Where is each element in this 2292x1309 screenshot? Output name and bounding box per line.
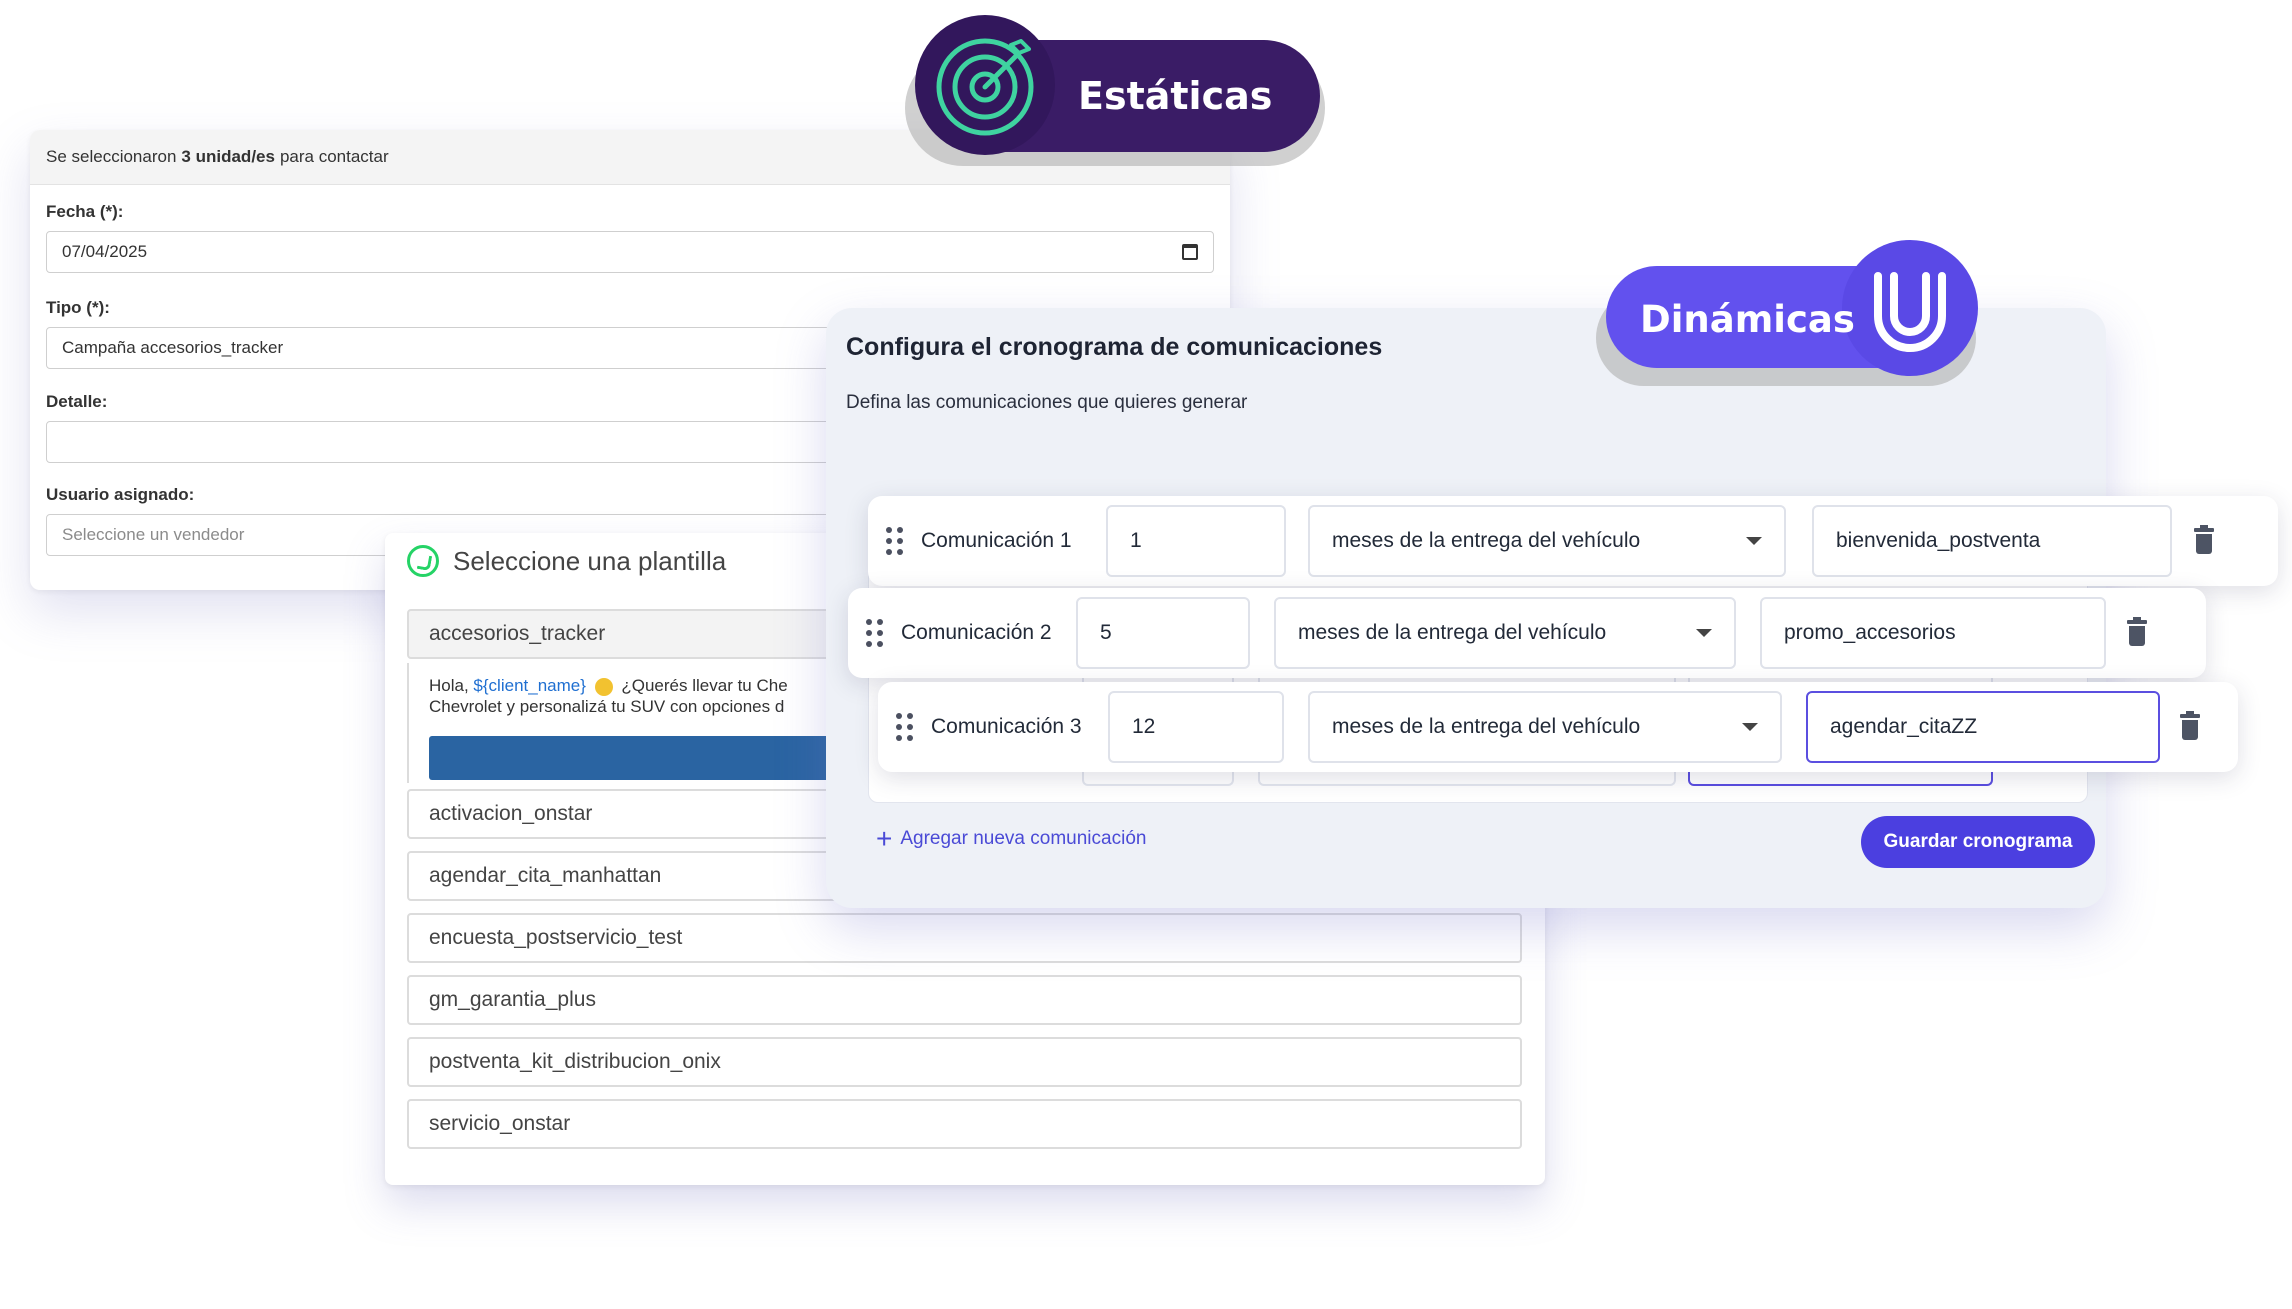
template-value: promo_accesorios	[1784, 621, 1956, 644]
trash-icon[interactable]	[2180, 711, 2200, 740]
scheduler-title: Configura el cronograma de comunicacione…	[846, 333, 1383, 361]
trash-icon[interactable]	[2194, 525, 2214, 554]
static-badge-label: Estáticas	[1078, 74, 1273, 118]
months-input[interactable]: 1	[1106, 505, 1286, 577]
magnet-icon	[1874, 272, 1946, 352]
communication-label: Comunicación 1	[921, 529, 1072, 552]
template-picker-title: Seleccione una plantilla	[453, 545, 727, 576]
template-item-label: postventa_kit_distribucion_onix	[429, 1050, 721, 1073]
template-item-label: encuesta_postservicio_test	[429, 926, 683, 949]
template-item-label: accesorios_tracker	[429, 622, 606, 645]
chevron-down-icon	[1742, 723, 1758, 731]
months-input[interactable]: 5	[1076, 597, 1250, 669]
unit-select[interactable]: meses de la entrega del vehículo	[1308, 505, 1786, 577]
template-input[interactable]: promo_accesorios	[1760, 597, 2106, 669]
fecha-value: 07/04/2025	[62, 242, 148, 261]
scheduler-subtitle: Defina las comunicaciones que quieres ge…	[846, 392, 1248, 413]
summary-suffix: para contactar	[279, 147, 389, 166]
unit-value: meses de la entrega del vehículo	[1332, 715, 1641, 738]
target-icon	[936, 38, 1034, 136]
drag-handle-icon[interactable]	[896, 713, 913, 741]
template-item[interactable]: gm_garantia_plus	[407, 975, 1522, 1025]
static-badge-circle	[915, 15, 1055, 155]
template-picker-header: Seleccione una plantilla	[407, 545, 726, 577]
unit-value: meses de la entrega del vehículo	[1298, 621, 1607, 644]
communication-label: Comunicación 3	[931, 715, 1082, 738]
fecha-input[interactable]: 07/04/2025	[46, 231, 1214, 273]
drag-handle-icon[interactable]	[886, 527, 903, 555]
template-value: bienvenida_postventa	[1836, 529, 2041, 552]
unit-select[interactable]: meses de la entrega del vehículo	[1308, 691, 1782, 763]
preview-variable: ${client_name}	[473, 676, 586, 695]
communication-label: Comunicación 2	[901, 621, 1052, 644]
months-value: 5	[1100, 621, 1112, 644]
save-schedule-button[interactable]: Guardar cronograma	[1861, 816, 2095, 868]
communication-row[interactable]: Comunicación 1 1 meses de la entrega del…	[868, 496, 2278, 586]
preview-text: ¿Querés llevar tu Che	[621, 676, 788, 695]
plus-icon: +	[876, 823, 893, 854]
add-communication-link[interactable]: + Agregar nueva comunicación	[876, 823, 1147, 854]
fecha-label: Fecha (*):	[46, 202, 124, 221]
template-input[interactable]: bienvenida_postventa	[1812, 505, 2172, 577]
months-input[interactable]: 12	[1108, 691, 1284, 763]
summary-count: 3 unidad/es	[181, 147, 275, 166]
template-item-label: activacion_onstar	[429, 802, 593, 825]
template-value: agendar_citaZZ	[1830, 715, 1978, 738]
preview-greeting: Hola,	[429, 676, 469, 695]
unit-value: meses de la entrega del vehículo	[1332, 529, 1641, 552]
emoji-icon	[594, 677, 613, 696]
communication-row[interactable]: Comunicación 3 12 meses de la entrega de…	[878, 682, 2238, 772]
template-item[interactable]: servicio_onstar	[407, 1099, 1522, 1149]
dynamic-badge-label: Dinámicas	[1640, 298, 1855, 341]
add-communication-label: Agregar nueva comunicación	[900, 828, 1147, 849]
unit-select[interactable]: meses de la entrega del vehículo	[1274, 597, 1736, 669]
template-item-label: agendar_cita_manhattan	[429, 864, 662, 887]
fecha-group: Fecha (*): 07/04/2025	[46, 202, 1214, 273]
tipo-value: Campaña accesorios_tracker	[62, 338, 284, 357]
template-item[interactable]: encuesta_postservicio_test	[407, 913, 1522, 963]
summary-prefix: Se seleccionaron	[46, 147, 177, 166]
trash-icon[interactable]	[2127, 617, 2147, 646]
template-item-label: gm_garantia_plus	[429, 988, 596, 1011]
template-item-label: servicio_onstar	[429, 1112, 571, 1135]
usuario-placeholder: Seleccione un vendedor	[62, 525, 245, 544]
months-value: 12	[1132, 715, 1156, 738]
communication-row[interactable]: Comunicación 2 5 meses de la entrega del…	[848, 588, 2206, 678]
drag-handle-icon[interactable]	[866, 619, 883, 647]
chevron-down-icon	[1696, 629, 1712, 637]
whatsapp-icon	[407, 545, 439, 577]
calendar-icon[interactable]	[1182, 244, 1198, 260]
chevron-down-icon	[1746, 537, 1762, 545]
template-input[interactable]: agendar_citaZZ	[1806, 691, 2160, 763]
dynamic-badge-circle	[1842, 240, 1978, 376]
months-value: 1	[1130, 529, 1142, 552]
template-item[interactable]: postventa_kit_distribucion_onix	[407, 1037, 1522, 1087]
